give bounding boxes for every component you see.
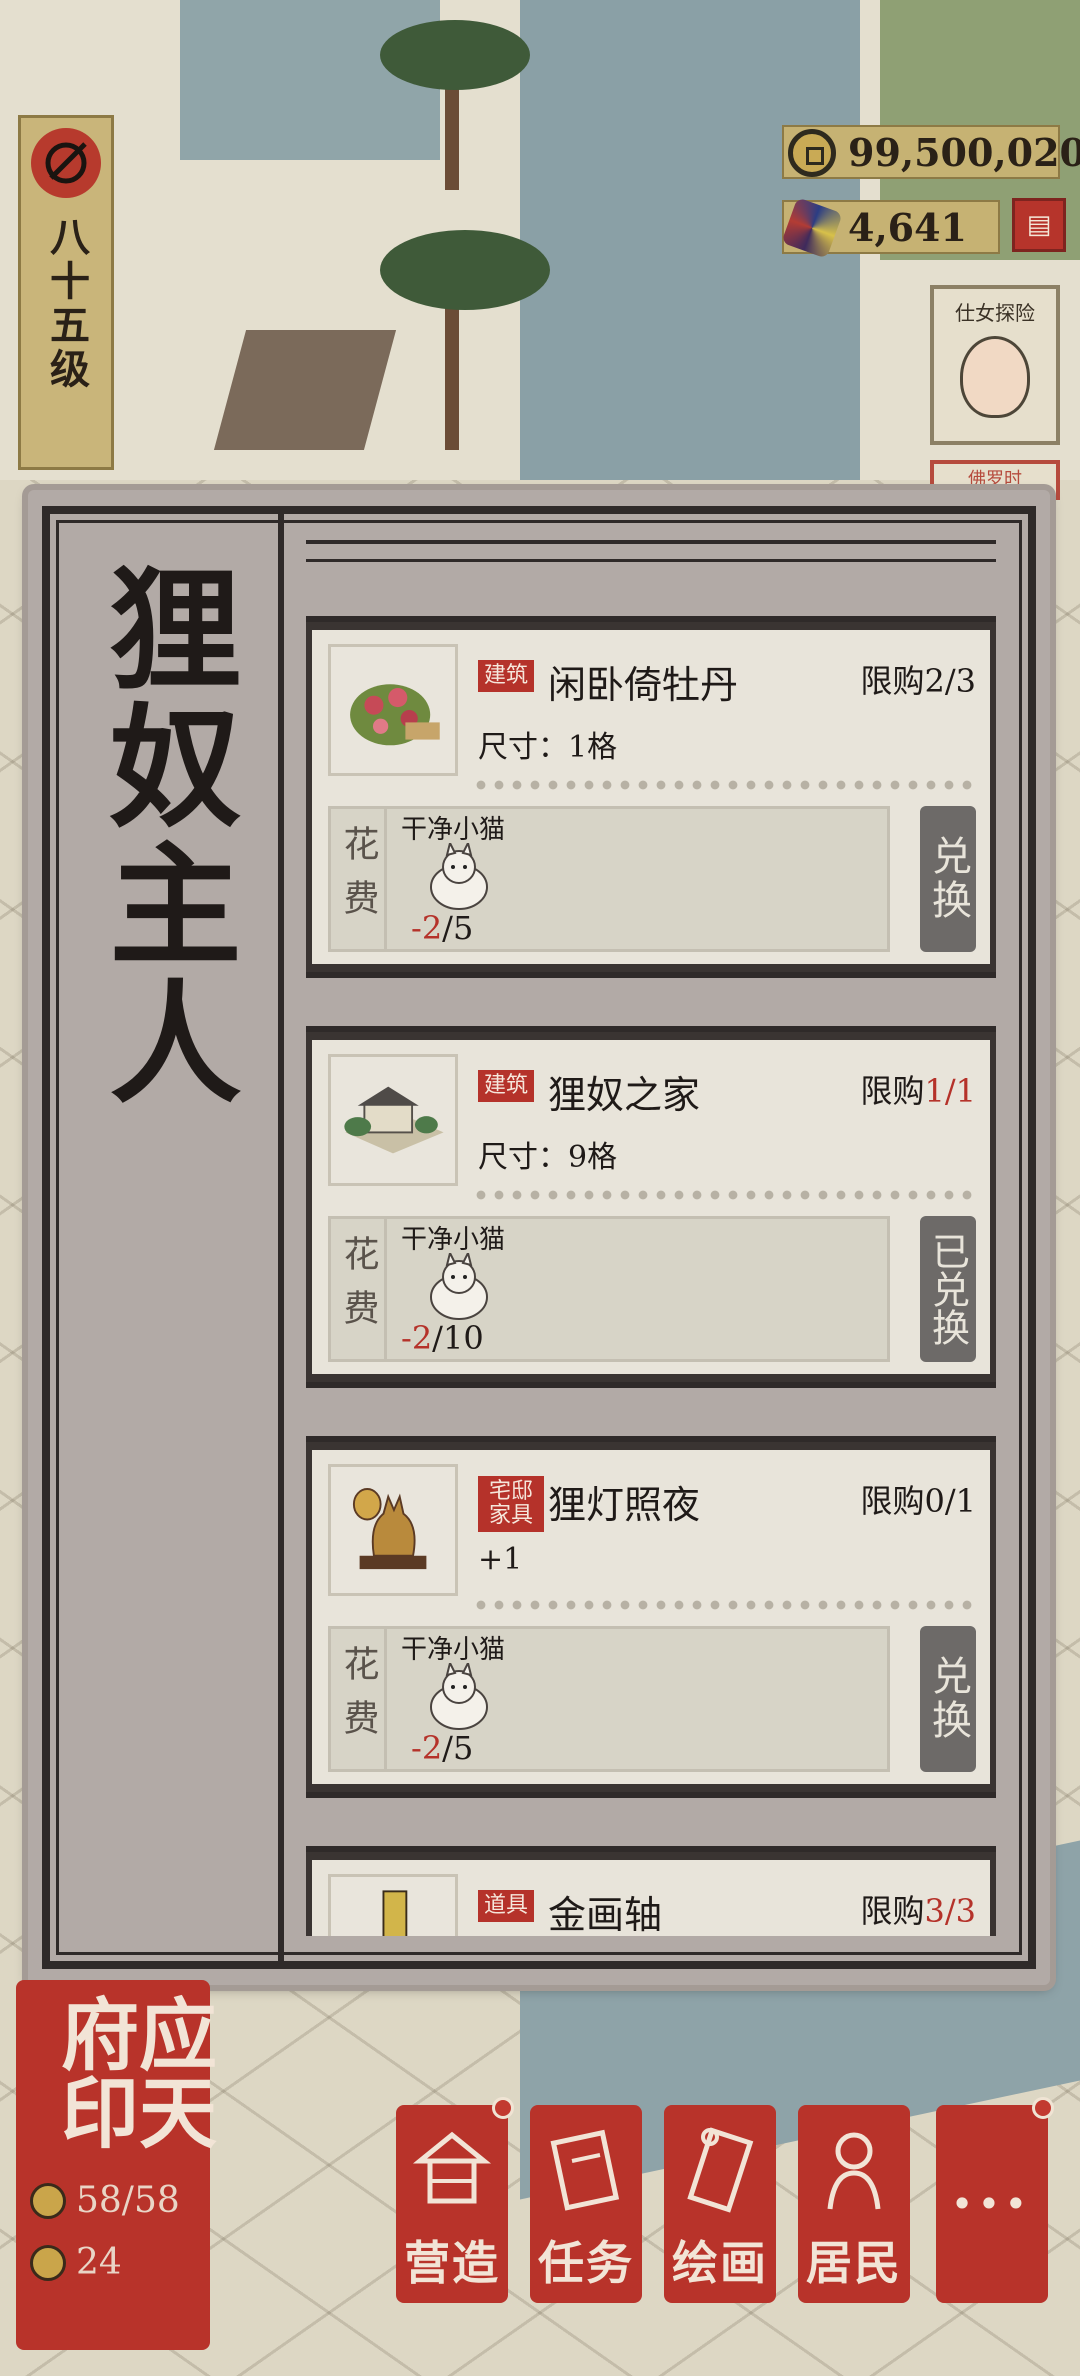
category-tag: 道具: [478, 1890, 535, 1923]
notification-dot: [1032, 2097, 1054, 2119]
category-tag: 建筑: [478, 660, 535, 693]
coin-amount: 99,500,020: [848, 129, 1080, 175]
cost-box: 花费 干净小猫 -2/5: [328, 1626, 890, 1772]
dotted-divider: [472, 780, 980, 790]
nav-tasks-button[interactable]: 任务: [530, 2105, 642, 2303]
purchase-limit: 限购0/1: [860, 1482, 976, 1520]
nav-build-button[interactable]: 营造: [396, 2097, 514, 2303]
purchase-limit: 限购2/3: [860, 662, 976, 700]
dotted-divider: [472, 1190, 980, 1200]
nav-label: 绘画: [672, 2236, 768, 2290]
explore-title: 仕女探险: [955, 301, 1035, 325]
exchange-item: 建筑 闲卧倚牡丹 限购2/3 尺寸：1格 花费 干净小猫 -2/5 兑换: [306, 616, 996, 978]
clean-cat-icon: [430, 1253, 488, 1320]
nav-label: 居民: [806, 2236, 902, 2290]
pine-tree: [380, 20, 530, 90]
redeem-button[interactable]: 兑换: [920, 806, 976, 952]
resident-icon: [827, 2132, 881, 2210]
category-tag: 建筑: [478, 1070, 535, 1103]
coin-icon: [788, 129, 836, 177]
nav-label: 任务: [538, 2236, 634, 2290]
resident-face-icon: [30, 2244, 66, 2281]
player-level-tag[interactable]: 八十五级: [18, 115, 114, 470]
cost-label: 花费: [331, 809, 387, 949]
pine-tree: [380, 230, 550, 310]
list-top-rule: [306, 540, 996, 562]
item-name: 闲卧倚牡丹: [548, 663, 739, 707]
resident-stat: 24: [30, 2242, 122, 2283]
material-count: -2/5: [411, 909, 474, 947]
nav-paint-button[interactable]: 绘画: [664, 2105, 776, 2303]
item-detail: 尺寸：9格: [478, 1140, 618, 1175]
nav-more-button[interactable]: ···: [936, 2097, 1054, 2303]
nav-residents-button[interactable]: 居民: [798, 2105, 910, 2303]
brush-emblem-icon: [31, 128, 101, 198]
clean-cat-icon: [430, 843, 488, 910]
redeem-button[interactable]: 兑换: [920, 1626, 976, 1772]
book-icon: [550, 2129, 620, 2211]
item-detail: +1: [478, 1542, 523, 1577]
copper-coin-counter[interactable]: 99,500,020: [782, 125, 1080, 179]
panel-title: 狸奴主人: [87, 560, 242, 1112]
purchase-limit: 限购1/1: [860, 1072, 976, 1110]
cost-box: 花费 干净小猫 -2/10: [328, 1216, 890, 1362]
gem-counter[interactable]: 4,641: [781, 197, 1000, 259]
city-seal[interactable]: 应天府印 58/58 24: [16, 1980, 217, 2350]
gold-scroll-thumbnail: [328, 1874, 458, 1936]
peony-cat-thumbnail: [328, 644, 458, 776]
shop-icon[interactable]: ▤: [1012, 198, 1066, 252]
material-count: -2/10: [401, 1319, 484, 1357]
cost-label: 花费: [331, 1219, 387, 1359]
redeemed-button: 已兑换: [920, 1216, 976, 1362]
population-value: 58/58: [76, 2180, 180, 2221]
item-name: 金画轴: [548, 1893, 663, 1936]
gem-amount: 4,641: [848, 204, 967, 250]
fox-lantern-thumbnail: [328, 1464, 458, 1596]
cost-box: 花费 干净小猫 -2/5: [328, 806, 890, 952]
item-detail: 尺寸：1格: [478, 730, 618, 765]
shop-panel: 狸奴主人 建筑 闲卧倚牡丹 限购2/3 尺寸：1格 花费 干净小猫 -2/5 兑…: [28, 490, 1050, 1985]
gem-icon: [781, 197, 843, 259]
material-name: 干净小猫: [401, 1225, 506, 1255]
material-count: -2/5: [411, 1729, 474, 1767]
cost-label: 花费: [331, 1629, 387, 1769]
exchange-list[interactable]: 建筑 闲卧倚牡丹 限购2/3 尺寸：1格 花费 干净小猫 -2/5 兑换 建筑 …: [306, 526, 1026, 1936]
clean-cat-icon: [430, 1663, 488, 1730]
map-river: [180, 0, 440, 160]
exchange-item: 道具 金画轴 限购3/3: [306, 1846, 996, 1936]
dotted-divider: [472, 1600, 980, 1610]
nav-label: 营造: [404, 2236, 500, 2290]
category-tag: 宅邸家具: [478, 1476, 544, 1533]
item-name: 狸奴之家: [548, 1073, 701, 1117]
explore-portrait-card[interactable]: 仕女探险: [930, 285, 1060, 445]
resident-value: 24: [76, 2242, 122, 2283]
purchase-limit: 限购3/3: [860, 1892, 976, 1930]
item-name: 狸灯照夜: [548, 1483, 701, 1527]
villager-icon: [30, 2182, 66, 2219]
building-icon: [412, 2131, 492, 2204]
level-label: 八十五级: [43, 216, 90, 392]
exchange-item: 建筑 狸奴之家 限购1/1 尺寸：9格 花费 干净小猫 -2/10 已兑换: [306, 1026, 996, 1388]
notification-dot: [492, 2097, 514, 2119]
more-icon: ···: [951, 2169, 1033, 2239]
cat-house-thumbnail: [328, 1054, 458, 1186]
city-name: 应天府印: [48, 1994, 217, 2150]
panel-divider: [278, 514, 284, 1961]
scroll-icon: [687, 2127, 754, 2213]
lady-portrait-icon: [960, 336, 1030, 418]
material-name: 干净小猫: [401, 1635, 506, 1665]
population-stat: 58/58: [30, 2180, 180, 2221]
material-name: 干净小猫: [401, 815, 506, 845]
exchange-item: 宅邸家具 狸灯照夜 限购0/1 +1 花费 干净小猫 -2/5 兑换: [306, 1436, 996, 1798]
